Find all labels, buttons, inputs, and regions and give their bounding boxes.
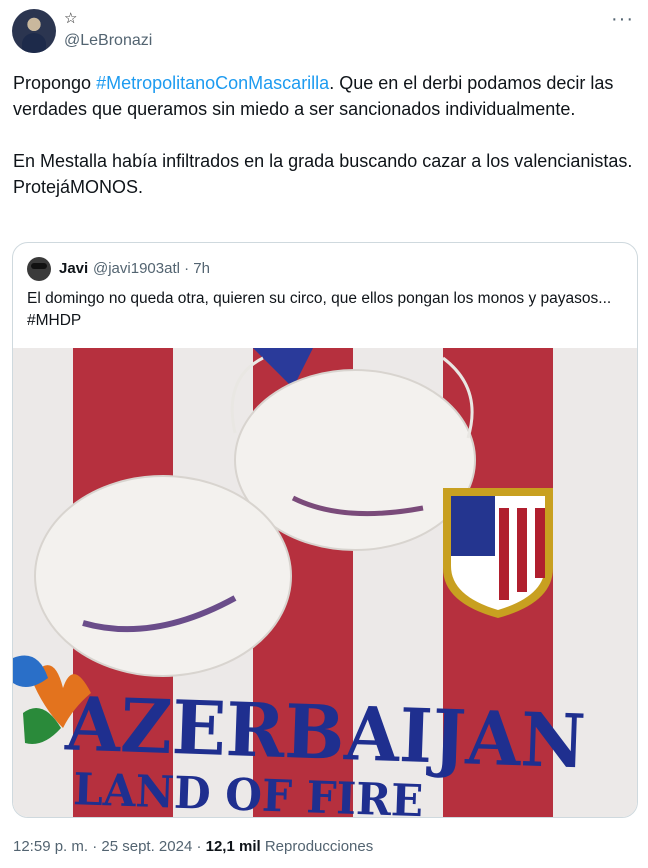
star-icon: ☆ [64, 10, 78, 27]
timestamp-link[interactable]: 12:59 p. m. · 25 sept. 2024 · [13, 838, 206, 855]
hashtag-link[interactable]: #MetropolitanoConMascarilla [96, 73, 329, 93]
tweet-footer: 12:59 p. m. · 25 sept. 2024 · 12,1 mil R… [13, 838, 373, 855]
quoted-author-meta: @javi1903atl · 7h [93, 260, 210, 277]
author-handle[interactable]: @LeBronazi [64, 32, 152, 50]
quoted-author-name[interactable]: Javi [59, 260, 88, 277]
tweet-text: Propongo #MetropolitanoConMascarilla. Qu… [13, 70, 638, 200]
more-icon[interactable]: ··· [611, 8, 634, 31]
quoted-avatar[interactable] [27, 257, 51, 281]
club-crest [443, 488, 553, 618]
quoted-tweet[interactable]: Javi @javi1903atl · 7h El domingo no que… [12, 242, 638, 818]
views-count: 12,1 mil [205, 838, 261, 855]
mask-left [34, 475, 292, 677]
author-avatar[interactable] [12, 9, 56, 53]
tweet-text-pre: Propongo [13, 73, 97, 93]
views-label: Reproducciones [260, 838, 374, 855]
quoted-photo[interactable]: AZERBAIJAN LAND OF FIRE [13, 348, 637, 817]
tweet-paragraph-1: Propongo #MetropolitanoConMascarilla. Qu… [13, 70, 638, 122]
quoted-text: El domingo no queda otra, quieren su cir… [27, 290, 612, 329]
tweet-paragraph-2: En Mestalla había infiltrados en la grad… [13, 151, 633, 197]
